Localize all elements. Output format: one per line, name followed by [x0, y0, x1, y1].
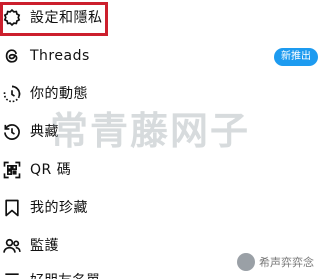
close-friends-list-icon	[2, 270, 22, 279]
archive-history-icon	[2, 122, 22, 142]
menu-item-label: 你的動態	[30, 86, 88, 102]
menu-item-archive[interactable]: 典藏	[0, 116, 322, 150]
menu-item-label: 設定和隱私	[30, 10, 103, 26]
menu-item-threads[interactable]: Threads 新推出	[0, 40, 322, 74]
menu-item-label: 典藏	[30, 124, 59, 140]
menu-item-label: Threads	[30, 48, 90, 64]
logo-icon	[237, 253, 255, 271]
profile-side-menu: 設定和隱私 Threads 新推出 你的動態 典藏 QR 碼 我的珍藏 監護 常…	[0, 0, 322, 279]
menu-item-label: QR 碼	[30, 162, 72, 178]
menu-item-saved[interactable]: 我的珍藏	[0, 192, 322, 226]
threads-icon	[2, 46, 22, 66]
menu-item-your-activity[interactable]: 你的動態	[0, 78, 322, 112]
menu-item-label: 監護	[30, 238, 59, 254]
menu-item-qr-code[interactable]: QR 碼	[0, 154, 322, 188]
menu-item-settings-privacy[interactable]: 設定和隱私	[0, 2, 322, 36]
menu-item-label: 我的珍藏	[30, 200, 88, 216]
settings-gear-icon	[2, 8, 22, 28]
activity-clock-icon	[2, 84, 22, 104]
supervision-people-icon	[2, 236, 22, 256]
bookmark-icon	[2, 198, 22, 218]
new-feature-badge: 新推出	[274, 48, 318, 66]
corner-watermark-logo: 希声弈弈念	[233, 251, 318, 273]
qr-code-scan-icon	[2, 160, 22, 180]
corner-watermark-text: 希声弈弈念	[259, 256, 314, 269]
menu-item-label: 好朋友名單	[30, 270, 100, 279]
